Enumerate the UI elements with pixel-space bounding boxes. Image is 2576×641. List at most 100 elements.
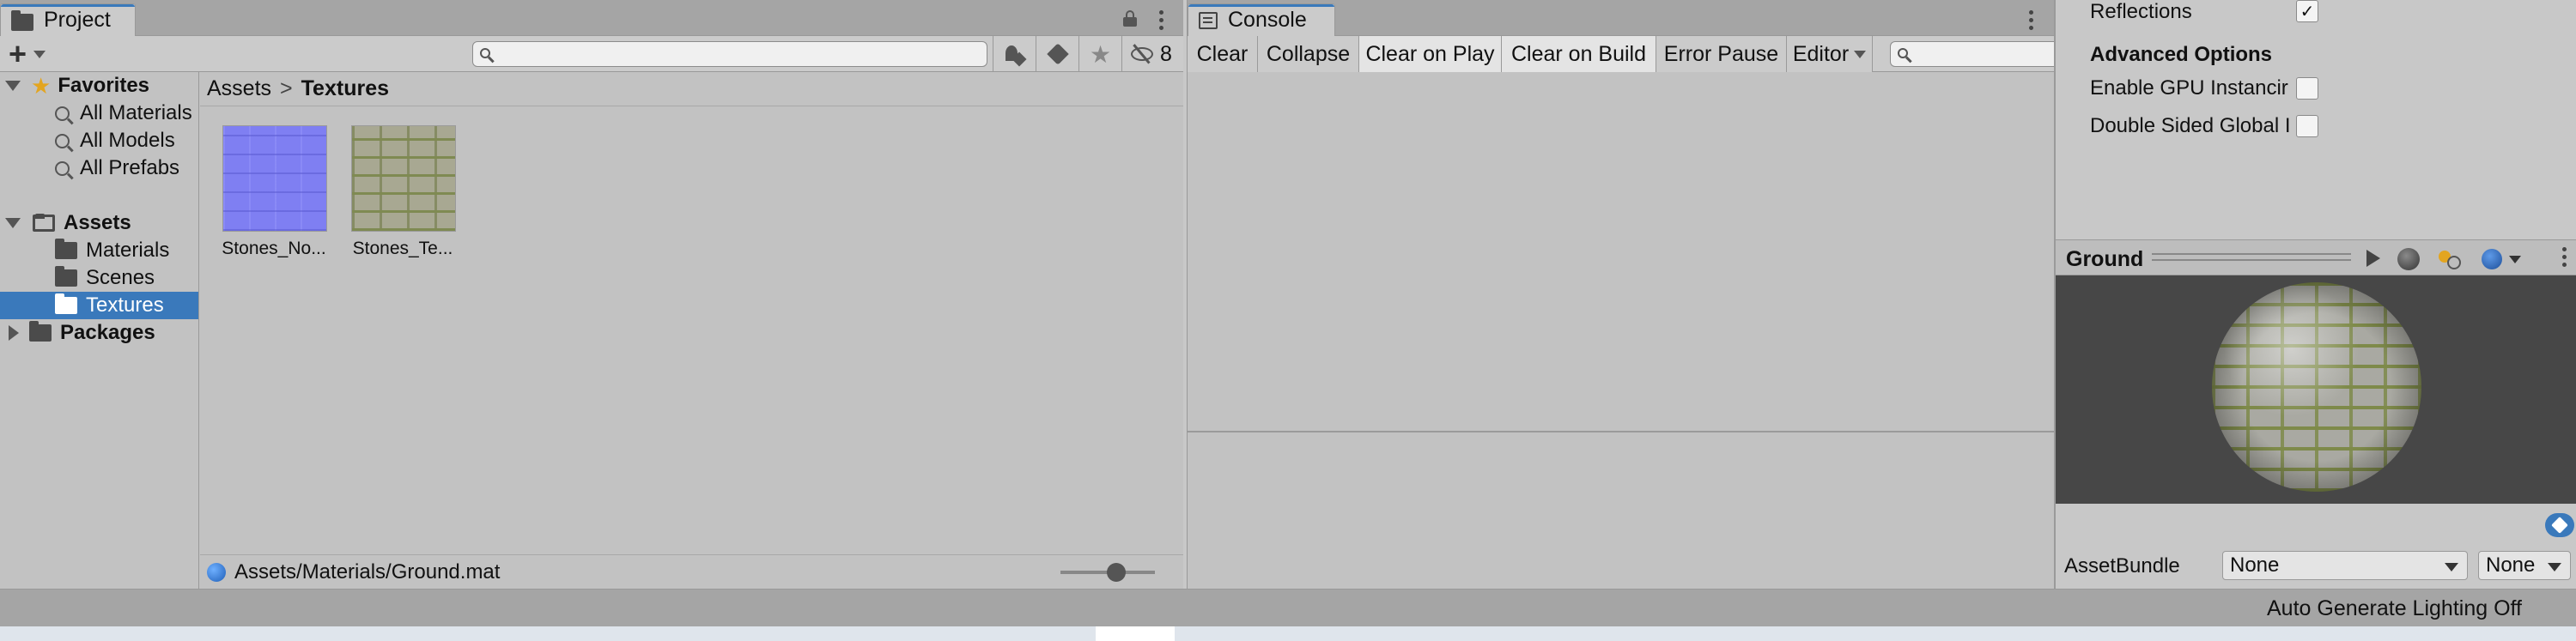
project-panel: Project + ★ 8 ★ Favorites All Materials … — [0, 0, 1183, 589]
favorites-header[interactable]: ★ Favorites — [0, 72, 198, 100]
reflections-checkbox[interactable]: ✓ — [2296, 0, 2318, 22]
resize-handle[interactable] — [2152, 253, 2351, 261]
search-by-label-button[interactable] — [1036, 36, 1078, 72]
folder-icon — [29, 321, 52, 342]
sidebar-item-scenes[interactable]: Scenes — [0, 264, 198, 292]
tab-project[interactable]: Project — [0, 3, 136, 36]
console-log-list[interactable] — [1188, 72, 2055, 432]
preview-header: Ground — [2056, 239, 2576, 275]
chevron-down-icon — [2548, 563, 2561, 571]
project-menu-icon[interactable] — [1159, 10, 1164, 33]
preview-shape-dropdown[interactable] — [2482, 247, 2530, 271]
preview-sphere — [2212, 282, 2421, 492]
lighting-status[interactable]: Auto Generate Lighting Off — [2267, 596, 2522, 621]
packages-header[interactable]: Packages — [0, 319, 198, 347]
thumbnail-size-slider[interactable] — [1060, 563, 1155, 582]
chevron-down-icon — [1854, 50, 1867, 58]
material-preview[interactable] — [2056, 275, 2576, 504]
error-pause-button[interactable]: Error Pause — [1656, 36, 1787, 72]
clear-on-play-button[interactable]: Clear on Play — [1359, 36, 1502, 72]
double-sided-gi-checkbox[interactable] — [2296, 115, 2318, 137]
clear-button[interactable]: Clear — [1188, 36, 1258, 72]
folder-icon — [55, 293, 77, 314]
eye-slash-icon — [1131, 44, 1153, 64]
breadcrumb-textures[interactable]: Textures — [301, 76, 389, 101]
search-icon — [1898, 48, 1908, 58]
breadcrumb: Assets > Textures — [200, 72, 1183, 106]
assetbundle-dropdown[interactable]: None — [2222, 551, 2468, 580]
sidebar-item-textures[interactable]: Textures — [0, 292, 198, 319]
tab-console-label: Console — [1228, 8, 1307, 32]
expand-icon — [5, 218, 21, 228]
project-search-input[interactable] — [472, 41, 987, 67]
preview-title: Ground — [2066, 247, 2144, 271]
breadcrumb-assets[interactable]: Assets — [207, 76, 271, 101]
asset-label-icon[interactable] — [2545, 513, 2574, 537]
search-by-type-button[interactable] — [993, 36, 1036, 72]
clear-on-build-button[interactable]: Clear on Build — [1502, 36, 1656, 72]
sidebar-item-all-models[interactable]: All Models — [0, 127, 198, 154]
sphere-mesh-icon[interactable] — [2397, 248, 2420, 270]
search-icon — [55, 133, 70, 148]
collapse-button[interactable]: Collapse — [1258, 36, 1359, 72]
normal-map-thumbnail — [222, 125, 327, 232]
collapse-icon — [9, 325, 19, 341]
assetbundle-label: AssetBundle — [2064, 554, 2180, 578]
console-panel: Console Clear Collapse Clear on Play Cle… — [1187, 0, 2055, 589]
lock-icon[interactable] — [1123, 10, 1137, 27]
favorites-button[interactable]: ★ — [1078, 36, 1121, 72]
breadcrumb-separator: > — [280, 76, 293, 100]
slider-handle[interactable] — [1107, 563, 1126, 582]
gpu-instancing-checkbox[interactable] — [2296, 77, 2318, 100]
chevron-down-icon — [2445, 563, 2458, 571]
reflections-label: Reflections — [2090, 0, 2192, 23]
editor-dropdown[interactable]: Editor — [1787, 36, 1873, 72]
chevron-down-icon — [33, 50, 46, 58]
add-button[interactable]: + — [9, 36, 46, 72]
hidden-count: 8 — [1160, 41, 1172, 66]
assetbundle-variant-dropdown[interactable]: None — [2478, 551, 2571, 580]
project-toolbar: + ★ 8 — [0, 36, 1183, 72]
assets-header[interactable]: Assets — [0, 209, 198, 237]
sidebar-item-all-materials[interactable]: All Materials — [0, 100, 198, 127]
sidebar-item-all-prefabs[interactable]: All Prefabs — [0, 154, 198, 182]
console-detail-area[interactable] — [1188, 434, 2055, 589]
console-menu-icon[interactable] — [2029, 10, 2034, 33]
check-icon: ✓ — [2300, 2, 2315, 21]
search-icon — [55, 160, 70, 176]
project-status-bar: Assets/Materials/Ground.mat — [200, 554, 1183, 589]
console-icon — [1199, 11, 1218, 29]
tag-icon — [1047, 43, 1069, 65]
double-sided-gi-label: Double Sided Global I — [2090, 114, 2291, 137]
console-toolbar: Clear Collapse Clear on Play Clear on Bu… — [1188, 36, 2055, 72]
asset-label: Stones_No... — [222, 239, 326, 258]
expand-icon — [5, 81, 21, 91]
asset-tile[interactable]: Stones_Te... — [344, 125, 461, 259]
project-content: Assets > Textures Stones_No... Stones_Te… — [200, 72, 1183, 589]
folder-icon — [55, 239, 77, 259]
light-icon[interactable] — [2437, 247, 2463, 271]
console-tabbar: Console — [1188, 0, 2055, 36]
asset-tile[interactable]: Stones_No... — [216, 125, 332, 259]
reflections-row: Reflections — [2090, 0, 2192, 24]
search-icon — [55, 106, 70, 121]
chevron-down-icon — [2509, 256, 2521, 263]
star-icon: ★ — [1089, 40, 1112, 68]
advanced-options-header: Advanced Options — [2090, 43, 2273, 66]
folder-icon — [11, 9, 33, 31]
search-icon — [480, 48, 490, 58]
folder-icon — [55, 266, 77, 287]
sidebar-item-materials[interactable]: Materials — [0, 237, 198, 264]
selected-asset-path: Assets/Materials/Ground.mat — [234, 559, 501, 584]
console-search-input[interactable] — [1890, 41, 2055, 67]
bottom-strip — [0, 626, 2576, 641]
hidden-packages-button[interactable]: 8 — [1121, 36, 1183, 72]
play-icon[interactable] — [2366, 250, 2380, 267]
folder-open-icon — [33, 214, 55, 232]
inspector-panel: Reflections ✓ Advanced Options Enable GP… — [2054, 0, 2576, 589]
plus-icon: + — [9, 36, 27, 71]
preview-menu-icon[interactable] — [2562, 247, 2567, 270]
status-bar: Auto Generate Lighting Off — [0, 589, 2576, 626]
tab-console[interactable]: Console — [1188, 3, 1335, 36]
stone-texture-thumbnail — [351, 125, 456, 232]
